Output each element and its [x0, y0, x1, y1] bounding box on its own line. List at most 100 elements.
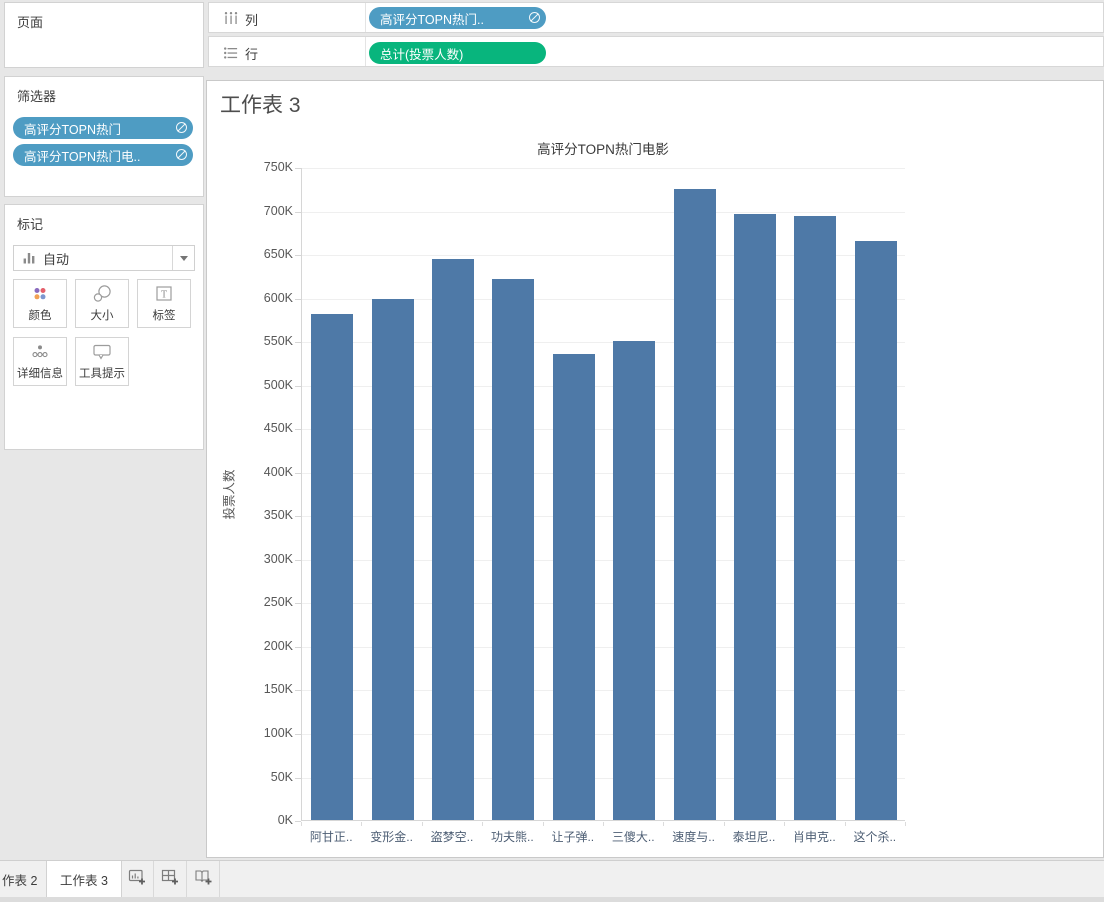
shelf-separator [365, 37, 366, 66]
exclude-badge-icon [176, 122, 187, 133]
exclude-badge-icon [176, 149, 187, 160]
pages-shelf[interactable]: 页面 [4, 2, 204, 68]
bar-mark[interactable] [311, 314, 353, 820]
x-tick-mark [784, 822, 785, 826]
tab-worksheet-2[interactable]: 作表 2 [0, 861, 47, 897]
x-category-label[interactable]: 泰坦尼.. [724, 828, 784, 846]
x-tick-mark [663, 822, 664, 826]
marks-button-color[interactable]: 颜色 [13, 279, 67, 328]
y-tick-label: 350K [237, 508, 293, 522]
label-icon: T [155, 280, 173, 307]
marks-button-label: 详细信息 [17, 365, 63, 381]
y-axis-label-wrap[interactable]: 投票人数 [213, 168, 243, 821]
marks-button-label: 大小 [91, 307, 114, 323]
rows-pill-label: 总计(投票人数) [380, 44, 463, 63]
bar-mark[interactable] [734, 214, 776, 820]
svg-text:T: T [161, 289, 167, 300]
rows-shelf-label: 行 [245, 44, 258, 63]
bar-chart-icon [22, 251, 36, 265]
y-tick-label: 100K [237, 726, 293, 740]
filter-pill[interactable]: 高评分TOPN热门电.. [13, 144, 193, 166]
bar-mark[interactable] [372, 299, 414, 820]
x-category-label[interactable]: 速度与.. [663, 828, 723, 846]
y-tick-label: 450K [237, 421, 293, 435]
columns-pill-label: 高评分TOPN热门.. [380, 9, 484, 28]
marks-button-label: 标签 [153, 307, 176, 323]
mark-type-dropdown[interactable]: 自动 [13, 245, 195, 271]
y-tick-label: 500K [237, 378, 293, 392]
exclude-badge-icon [529, 12, 540, 23]
x-category-label[interactable]: 肖申克.. [784, 828, 844, 846]
x-tick-mark [603, 822, 604, 826]
tab-worksheet-3[interactable]: 工作表 3 [47, 861, 122, 897]
y-tick-label: 50K [237, 770, 293, 784]
status-strip [0, 897, 1104, 902]
marks-buttons: 颜色 大小 T 标签 详细信息 工具提示 [13, 279, 199, 395]
marks-button-label: 颜色 [29, 307, 52, 323]
bar-mark[interactable] [794, 216, 836, 820]
x-category-label[interactable]: 阿甘正.. [301, 828, 361, 846]
x-tick-mark [361, 822, 362, 826]
x-category-label[interactable]: 让子弹.. [543, 828, 603, 846]
bar-mark[interactable] [855, 241, 897, 820]
chart-title[interactable]: 高评分TOPN热门电影 [301, 138, 905, 158]
new-dashboard-button[interactable] [155, 861, 187, 897]
y-tick-label: 0K [237, 813, 293, 827]
chevron-down-icon [180, 256, 188, 261]
x-tick-mark [301, 822, 302, 826]
x-category-label[interactable]: 变形金.. [361, 828, 421, 846]
marks-button-detail[interactable]: 详细信息 [13, 337, 67, 386]
worksheet-title[interactable]: 工作表 3 [220, 89, 301, 119]
detail-icon [31, 338, 49, 365]
x-tick-mark [422, 822, 423, 826]
columns-pill[interactable]: 高评分TOPN热门.. [369, 7, 546, 29]
filter-pill[interactable]: 高评分TOPN热门 [13, 117, 193, 139]
filter-pill-label: 高评分TOPN热门 [24, 119, 121, 138]
columns-shelf-label: 列 [245, 10, 258, 29]
x-tick-mark [543, 822, 544, 826]
x-category-label[interactable]: 这个杀.. [845, 828, 905, 846]
y-axis-label: 投票人数 [219, 469, 238, 519]
marks-card: 标记 自动 颜色 大小 T 标签 [4, 204, 204, 450]
rows-pill[interactable]: 总计(投票人数) [369, 42, 546, 64]
new-worksheet-button[interactable] [122, 861, 154, 897]
gridline [302, 168, 905, 169]
bar-mark[interactable] [674, 189, 716, 820]
tab-worksheet-2-label: 作表 2 [2, 870, 37, 889]
x-category-label[interactable]: 盗梦空.. [422, 828, 482, 846]
new-dashboard-icon [161, 868, 180, 891]
bar-mark[interactable] [553, 354, 595, 820]
marks-button-label[interactable]: T 标签 [137, 279, 191, 328]
filter-pill-label: 高评分TOPN热门电.. [24, 146, 140, 165]
rows-shelf[interactable]: 行 总计(投票人数) [208, 36, 1104, 67]
bar-mark[interactable] [613, 341, 655, 820]
y-tick-label: 700K [237, 204, 293, 218]
bar-mark[interactable] [432, 259, 474, 820]
columns-shelf[interactable]: 列 高评分TOPN热门.. [208, 2, 1104, 33]
tab-worksheet-3-label: 工作表 3 [60, 870, 108, 889]
y-tick-label: 250K [237, 595, 293, 609]
color-icon [31, 280, 49, 307]
x-category-label[interactable]: 功夫熊.. [482, 828, 542, 846]
columns-icon [223, 11, 239, 30]
x-category-label[interactable]: 三傻大.. [603, 828, 663, 846]
plot-area [301, 168, 905, 821]
sheet-tab-bar: 作表 2 工作表 3 [0, 860, 1104, 897]
marks-button-tooltip[interactable]: 工具提示 [75, 337, 129, 386]
tooltip-icon [92, 338, 112, 365]
marks-button-size[interactable]: 大小 [75, 279, 129, 328]
worksheet-canvas: 工作表 3 高评分TOPN热门电影 投票人数 0K 50K 100K 150K 200K… [206, 80, 1104, 858]
size-icon [92, 280, 112, 307]
y-tick-label: 200K [237, 639, 293, 653]
new-worksheet-icon [128, 868, 147, 891]
y-tick-label: 550K [237, 334, 293, 348]
bar-mark[interactable] [492, 279, 534, 820]
x-tick-mark [724, 822, 725, 826]
y-tick-label: 600K [237, 291, 293, 305]
mark-type-caret[interactable] [172, 246, 194, 270]
marks-title: 标记 [17, 214, 43, 233]
y-tick-label: 150K [237, 682, 293, 696]
filters-shelf[interactable]: 筛选器 高评分TOPN热门高评分TOPN热门电.. [4, 76, 204, 197]
new-story-button[interactable] [188, 861, 220, 897]
y-tick-label: 650K [237, 247, 293, 261]
